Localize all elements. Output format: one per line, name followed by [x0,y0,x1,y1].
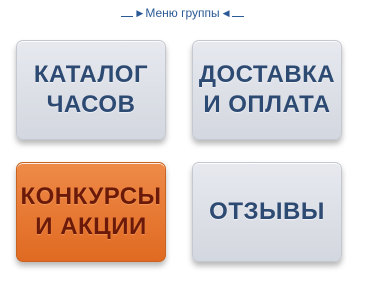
right-dash-decoration [231,15,244,17]
arrow-right-icon: ▶ [136,7,143,18]
tile-contests-promotions[interactable]: КОНКУРСЫ И АКЦИИ [16,162,166,262]
tile-label-contests-promotions: КОНКУРСЫ И АКЦИИ [20,183,162,240]
arrow-left-icon: ◀ [222,7,230,18]
tile-delivery-payment[interactable]: ДОСТАВКА И ОПЛАТА [192,40,342,140]
tile-label-watch-catalog: КАТАЛОГ ЧАСОВ [33,61,149,118]
tile-reviews[interactable]: ОТЗЫВЫ [192,162,342,262]
tile-label-delivery-payment: ДОСТАВКА И ОПЛАТА [198,61,336,118]
left-dash-decoration [121,15,134,17]
tile-watch-catalog[interactable]: КАТАЛОГ ЧАСОВ [16,40,166,140]
group-menu-header: ▶ Меню группы ◀ [0,3,365,23]
group-menu-title: Меню группы [145,6,220,20]
tile-label-reviews: ОТЗЫВЫ [209,198,325,225]
